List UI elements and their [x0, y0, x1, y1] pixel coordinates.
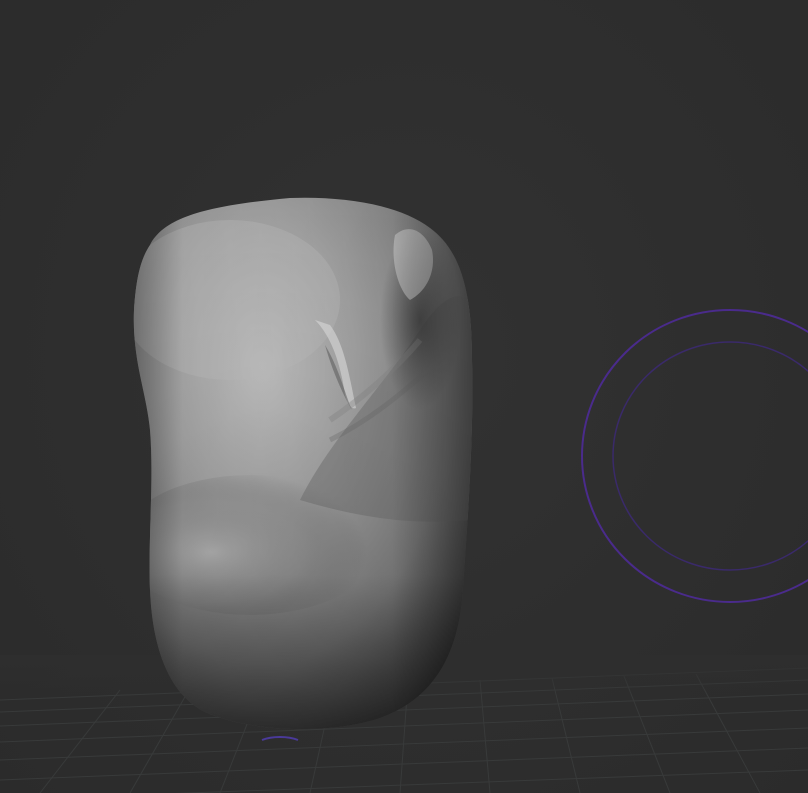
- brush-ring-icon: [581, 309, 808, 603]
- 3d-sculpt-viewport[interactable]: [0, 0, 808, 793]
- mesh-pivot-marker: [261, 736, 299, 741]
- sculpt-mesh[interactable]: [120, 190, 480, 740]
- viewport-canvas[interactable]: [0, 0, 808, 793]
